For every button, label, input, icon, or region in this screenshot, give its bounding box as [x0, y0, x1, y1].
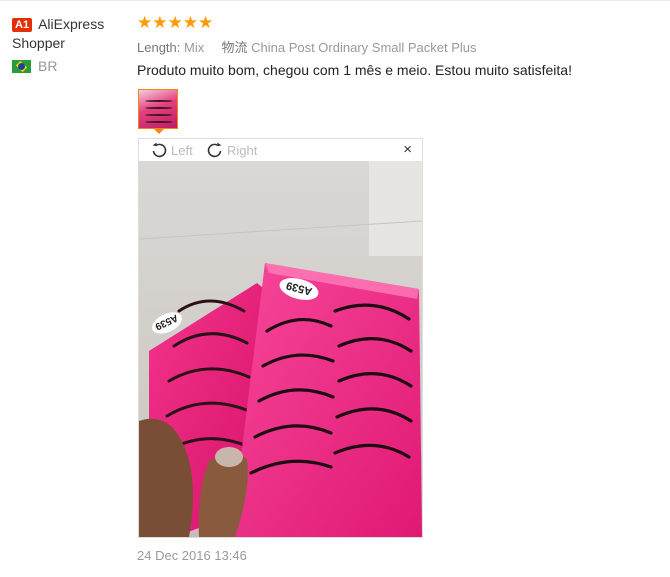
buyer-level-badge: A1: [12, 18, 33, 32]
review-text: Produto muito bom, chegou com 1 mês e me…: [137, 62, 572, 78]
rotate-left-button[interactable]: Left: [149, 140, 193, 160]
reviewer-name-row: A1 AliExpress Shopper: [12, 15, 127, 53]
length-value: Mix: [184, 40, 205, 55]
length-label: Length:: [137, 40, 181, 55]
rotate-right-label: Right: [227, 142, 258, 158]
country-code: BR: [38, 58, 58, 74]
rotate-right-icon: [207, 142, 222, 158]
product-attributes: Length: Mix 物流 China Post Ordinary Small…: [137, 37, 477, 56]
viewer-toolbar: Left Right ×: [139, 139, 422, 161]
star-rating: ★★★★★: [137, 13, 214, 32]
logistics-value: China Post Ordinary Small Packet Plus: [251, 40, 477, 55]
review-date: 24 Dec 2016 13:46: [137, 548, 247, 563]
close-viewer-button[interactable]: ×: [403, 141, 412, 158]
thumbnail-pointer-icon: [154, 129, 164, 134]
photo-illustration: A539 A539: [139, 161, 422, 537]
reviewer-info: A1 AliExpress Shopper BR: [12, 15, 127, 74]
photo-viewer: Left Right × A539 A539: [138, 138, 423, 538]
reviewer-country: BR: [12, 58, 127, 74]
rotate-right-button[interactable]: Right: [205, 140, 257, 160]
brazil-flag-icon: [12, 59, 31, 73]
rotate-left-label: Left: [171, 142, 193, 158]
top-divider: [0, 0, 670, 1]
review-photo-thumbnail[interactable]: [138, 89, 178, 129]
logistics-label: 物流: [221, 40, 248, 55]
rotate-left-icon: [152, 142, 167, 158]
eyelash-package-photo: A539 A539: [139, 161, 422, 537]
